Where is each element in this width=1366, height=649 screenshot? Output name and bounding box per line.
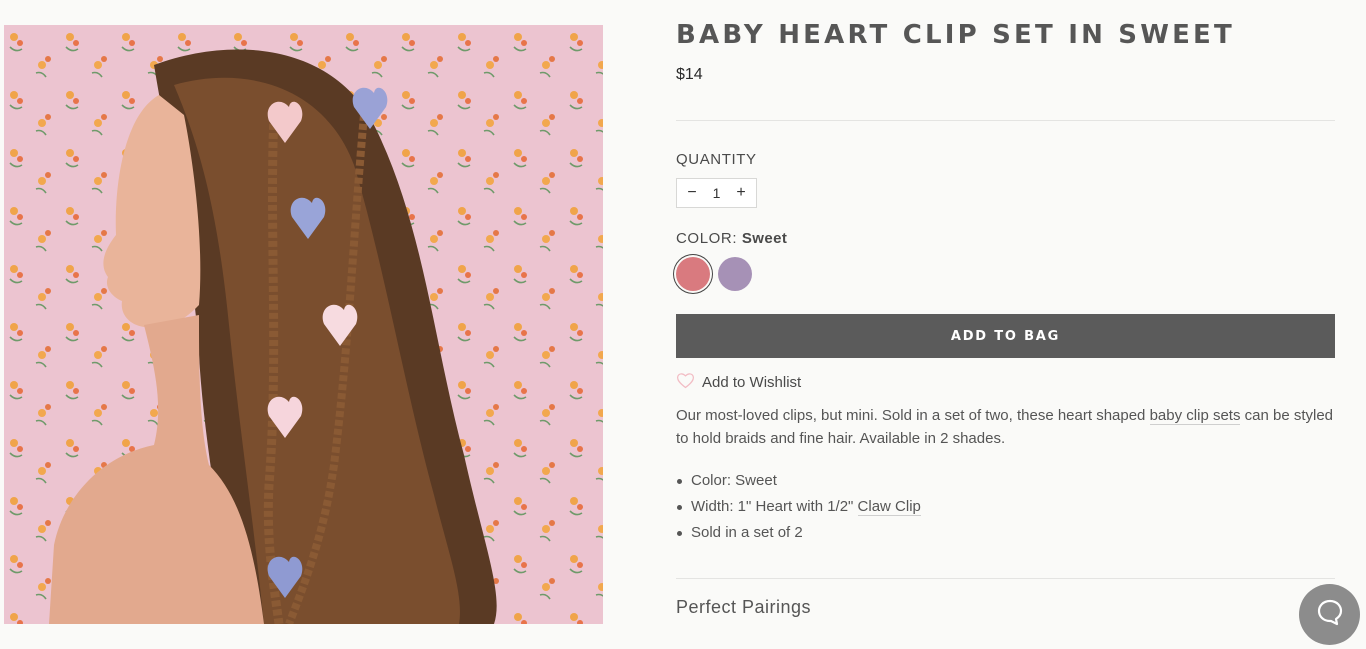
list-item: Sold in a set of 2 [676, 521, 921, 547]
product-price: $14 [676, 66, 703, 83]
selected-color: Sweet [741, 230, 788, 247]
chat-button[interactable] [1299, 584, 1360, 645]
list-item: Width: 1" Heart with 1/2" Claw Clip [676, 495, 921, 521]
perfect-pairings-heading[interactable]: Perfect Pairings [676, 597, 811, 618]
quantity-value[interactable]: 1 [713, 185, 721, 201]
quantity-stepper[interactable]: − 1 + [676, 178, 757, 208]
color-label: COLOR: Sweet [676, 230, 787, 247]
claw-clip-link[interactable]: Claw Clip [857, 498, 921, 516]
list-item: Color: Sweet [676, 469, 921, 495]
increment-button[interactable]: + [734, 184, 748, 202]
width-text: Width: 1" Heart with 1/2" [691, 498, 858, 515]
add-to-wishlist-link[interactable]: Add to Wishlist [676, 372, 801, 393]
product-description: Our most-loved clips, but mini. Sold in … [676, 404, 1335, 450]
chat-bubble-icon [1316, 598, 1344, 631]
color-swatch-sweet[interactable] [676, 257, 710, 291]
product-details-list: Color: Sweet Width: 1" Heart with 1/2" C… [676, 469, 921, 547]
baby-clip-sets-link[interactable]: baby clip sets [1149, 407, 1241, 425]
divider [676, 120, 1335, 121]
color-swatch-lilac[interactable] [718, 257, 752, 291]
color-label-text: COLOR: [676, 230, 738, 247]
decrement-button[interactable]: − [685, 184, 699, 202]
product-image[interactable] [4, 25, 603, 624]
heart-icon [676, 372, 695, 393]
add-to-bag-button[interactable]: ADD TO BAG [676, 314, 1335, 358]
description-text-1: Our most-loved clips, but mini. Sold in … [676, 407, 1150, 424]
wishlist-label: Add to Wishlist [702, 374, 802, 391]
quantity-label: QUANTITY [676, 151, 757, 168]
divider [676, 578, 1335, 579]
product-title: BABY HEART CLIP SET IN SWEET [676, 20, 1235, 50]
